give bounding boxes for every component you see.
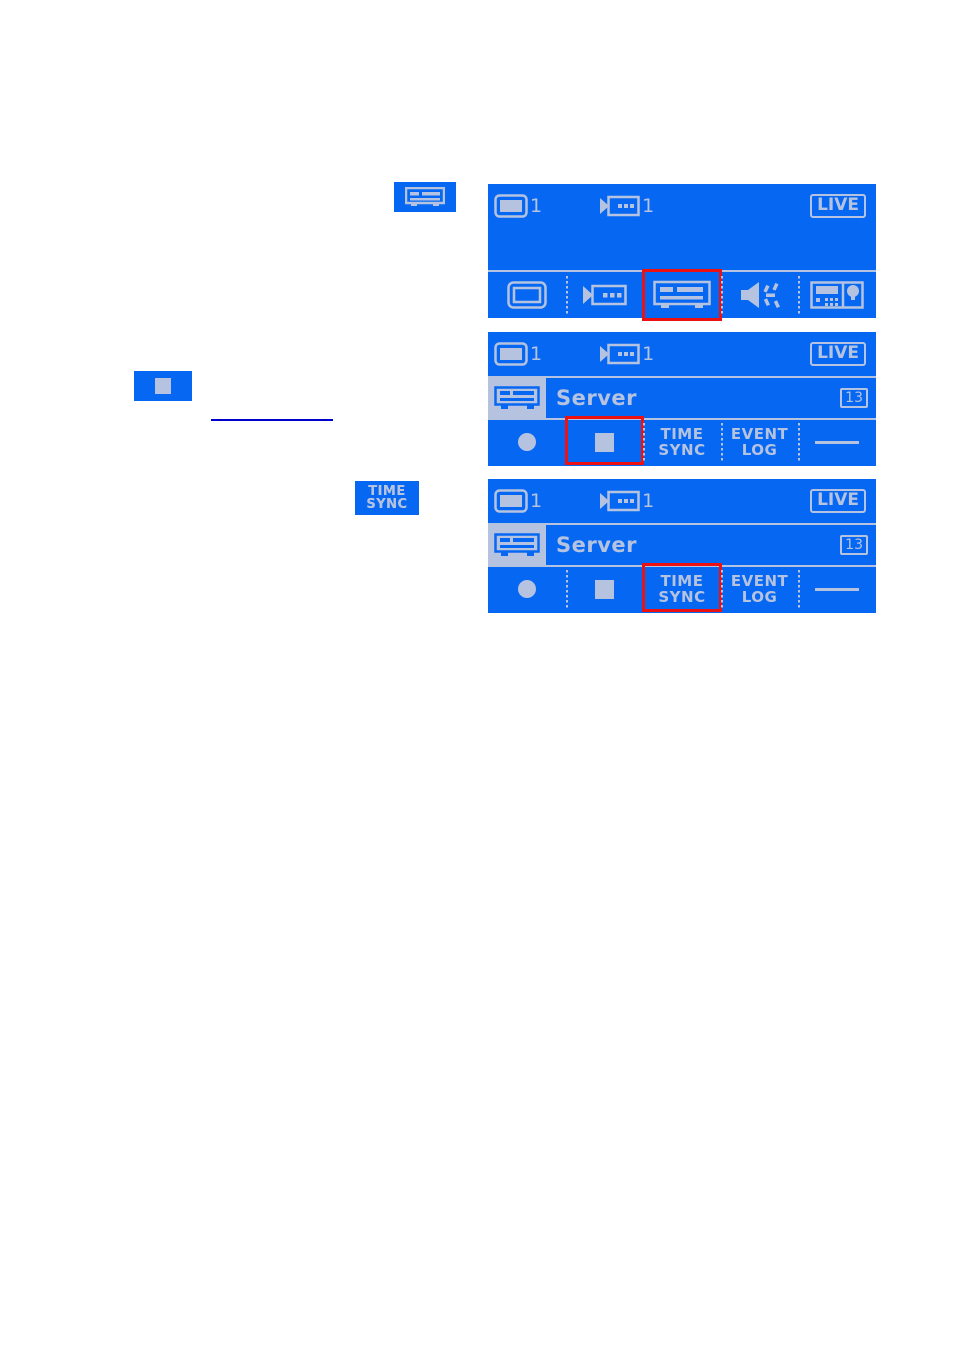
- dash-icon: [815, 587, 860, 591]
- monitor-icon: [494, 488, 528, 514]
- panel-3-server-name: Server: [556, 532, 638, 557]
- panel-2-event-log-label: EVENT LOG: [731, 426, 788, 458]
- panel-2-server-icon-cell: [488, 378, 546, 418]
- panel-3-server-icon-cell: [488, 525, 546, 565]
- panel-3-server-number: 13: [840, 535, 868, 555]
- panel-2-server-number: 13: [840, 388, 868, 408]
- panel-3-record-button[interactable]: [488, 567, 566, 611]
- toolbar-item-audio[interactable]: [720, 272, 799, 318]
- server-icon: [405, 187, 445, 207]
- panel-3-time-sync-button[interactable]: TIME SYNC: [642, 563, 722, 612]
- panel-2-event-log-button[interactable]: EVENT LOG: [720, 420, 799, 464]
- server-icon: [653, 280, 711, 310]
- panel-3-time-sync-label: TIME SYNC: [658, 573, 705, 605]
- panel-3-time-sync-line1: TIME: [660, 572, 704, 590]
- speaker-icon: [738, 280, 782, 310]
- controller-icon: [810, 280, 864, 310]
- toolbar-item-camera[interactable]: [565, 272, 644, 318]
- panel-2-time-sync-button[interactable]: TIME SYNC: [643, 420, 721, 464]
- toolbar-item-monitor[interactable]: [488, 272, 566, 318]
- panel-3-action-row: TIME SYNC EVENT LOG: [488, 563, 876, 612]
- panel-3-statusbar: 1 1 LIVE: [488, 479, 876, 523]
- panel-1-camera-status: 1: [598, 193, 654, 219]
- panel-3-time-sync-line2: SYNC: [658, 588, 706, 606]
- monitor-icon: [494, 193, 528, 219]
- panel-2-empty-button[interactable]: [798, 420, 876, 464]
- camera-icon: [598, 488, 640, 514]
- panel-3-server-name-cell: Server 13: [546, 525, 876, 565]
- toolbar-item-controller[interactable]: [798, 272, 876, 318]
- panel-2-monitor-count: 1: [530, 342, 543, 365]
- panel-3-camera-status: 1: [598, 488, 654, 514]
- stop-square-icon: [155, 378, 171, 394]
- panel-1-camera-count: 1: [642, 194, 655, 217]
- panel-2-monitor-status: 1: [494, 341, 542, 367]
- panel-2-time-sync-line1: TIME: [660, 425, 704, 443]
- inline-badge-time-sync: TIME SYNC: [355, 481, 419, 515]
- inline-badge-server: [394, 182, 456, 212]
- panel-1-live-badge: LIVE: [810, 194, 866, 218]
- panel-2-server-name: Server: [556, 385, 638, 410]
- panel-2-camera-count: 1: [642, 342, 655, 365]
- dash-icon: [815, 440, 860, 444]
- panel-2-event-log-line1: EVENT: [730, 425, 789, 443]
- panel-2-statusbar: 1 1 LIVE: [488, 332, 876, 376]
- server-icon: [494, 533, 540, 557]
- panel-3-server-row[interactable]: Server 13: [488, 523, 876, 565]
- panel-3-monitor-status: 1: [494, 488, 542, 514]
- panel-1-toolbar: [488, 269, 876, 321]
- panel-3-event-log-line2: LOG: [741, 588, 778, 606]
- camera-icon: [598, 193, 640, 219]
- record-dot-icon: [517, 580, 536, 598]
- panel-2-action-row: TIME SYNC EVENT LOG: [488, 416, 876, 465]
- horizontal-rule: [211, 419, 333, 421]
- panel-2-live-badge: LIVE: [810, 342, 866, 366]
- panel-1-blank-area: [488, 228, 876, 270]
- panel-1-monitor-count: 1: [530, 194, 543, 217]
- lcd-panel-3: 1 1 LIVE Server 13 TIME SYNC EVENT LOG: [488, 479, 876, 613]
- record-dot-icon: [517, 433, 536, 451]
- monitor-icon: [507, 280, 547, 310]
- page-root: TIME SYNC 1 1 LIVE 1 1 LIVE Server 13 TI…: [0, 0, 954, 1354]
- panel-3-camera-count: 1: [642, 489, 655, 512]
- camera-icon: [598, 341, 640, 367]
- monitor-icon: [494, 341, 528, 367]
- panel-2-camera-status: 1: [598, 341, 654, 367]
- panel-2-stop-button[interactable]: [564, 416, 645, 465]
- panel-2-server-row[interactable]: Server 13: [488, 376, 876, 418]
- panel-3-monitor-count: 1: [530, 489, 543, 512]
- stop-square-icon: [594, 579, 614, 599]
- inline-badge-time-sync-label: TIME SYNC: [366, 485, 407, 511]
- panel-2-time-sync-label: TIME SYNC: [658, 426, 705, 458]
- inline-badge-stop: [134, 371, 192, 401]
- toolbar-item-server[interactable]: [642, 269, 722, 321]
- panel-3-event-log-button[interactable]: EVENT LOG: [720, 567, 799, 611]
- panel-3-empty-button[interactable]: [798, 567, 876, 611]
- stop-square-icon: [594, 432, 614, 452]
- panel-3-stop-button[interactable]: [565, 567, 644, 611]
- panel-2-server-name-cell: Server 13: [546, 378, 876, 418]
- panel-3-event-log-line1: EVENT: [730, 572, 789, 590]
- panel-1-statusbar: 1 1 LIVE: [488, 184, 876, 228]
- time-sync-line2: SYNC: [366, 497, 408, 512]
- panel-2-time-sync-line2: SYNC: [658, 441, 706, 459]
- lcd-panel-2: 1 1 LIVE Server 13 TIME SYNC EVENT LOG: [488, 332, 876, 466]
- panel-3-event-log-label: EVENT LOG: [731, 573, 788, 605]
- panel-3-live-badge: LIVE: [810, 489, 866, 513]
- panel-2-event-log-line2: LOG: [741, 441, 778, 459]
- lcd-panel-1: 1 1 LIVE: [488, 184, 876, 321]
- camera-icon: [581, 281, 628, 309]
- panel-2-record-button[interactable]: [488, 420, 566, 464]
- server-icon: [494, 386, 540, 410]
- panel-1-monitor-status: 1: [494, 193, 542, 219]
